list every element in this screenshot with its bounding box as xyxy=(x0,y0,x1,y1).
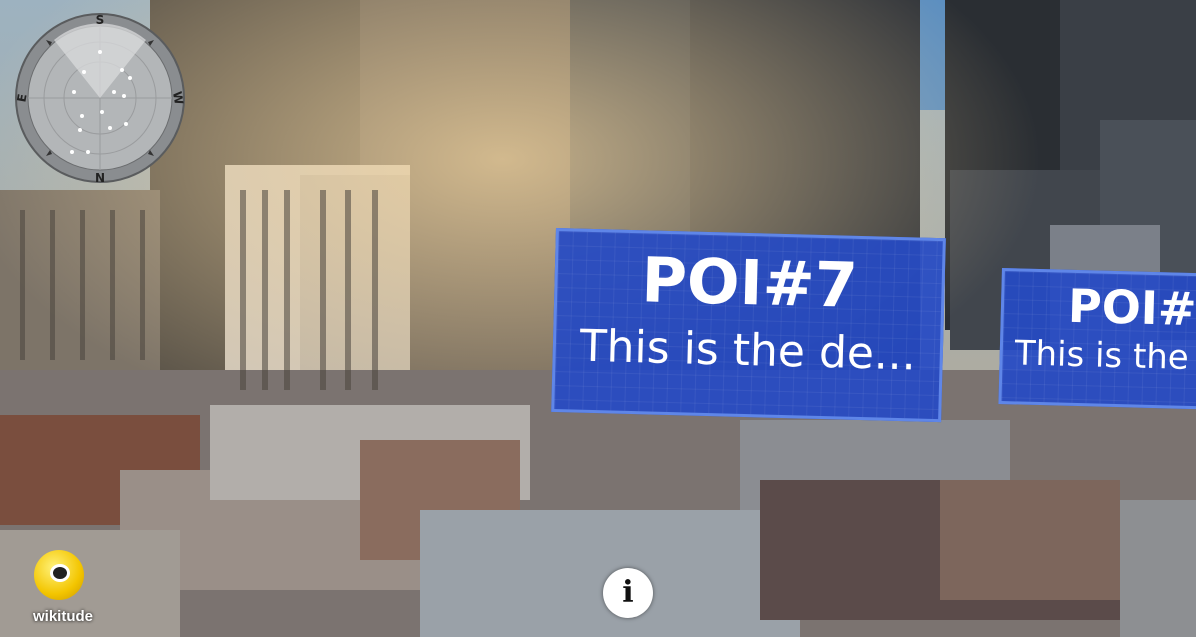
poi-title: POI# xyxy=(1067,278,1196,337)
info-button[interactable]: i xyxy=(603,568,653,618)
radar-label-right: W xyxy=(170,90,186,105)
poi-marker-card[interactable]: POI# This is the xyxy=(998,268,1196,411)
wikitude-logo: wikitude xyxy=(18,548,110,634)
logo-name: wikitude xyxy=(32,608,93,625)
radar-widget[interactable]: S N E W xyxy=(14,12,186,184)
radar-label-top: S xyxy=(96,13,105,27)
poi-title: POI#7 xyxy=(640,243,859,322)
radar-label-bottom: N xyxy=(95,171,105,184)
logo-eye-icon xyxy=(50,564,70,582)
poi-description: This is the de... xyxy=(579,320,917,381)
poi-marker-card[interactable]: POI#7 This is the de... xyxy=(551,228,946,423)
poi-description: This is the xyxy=(1014,333,1190,378)
